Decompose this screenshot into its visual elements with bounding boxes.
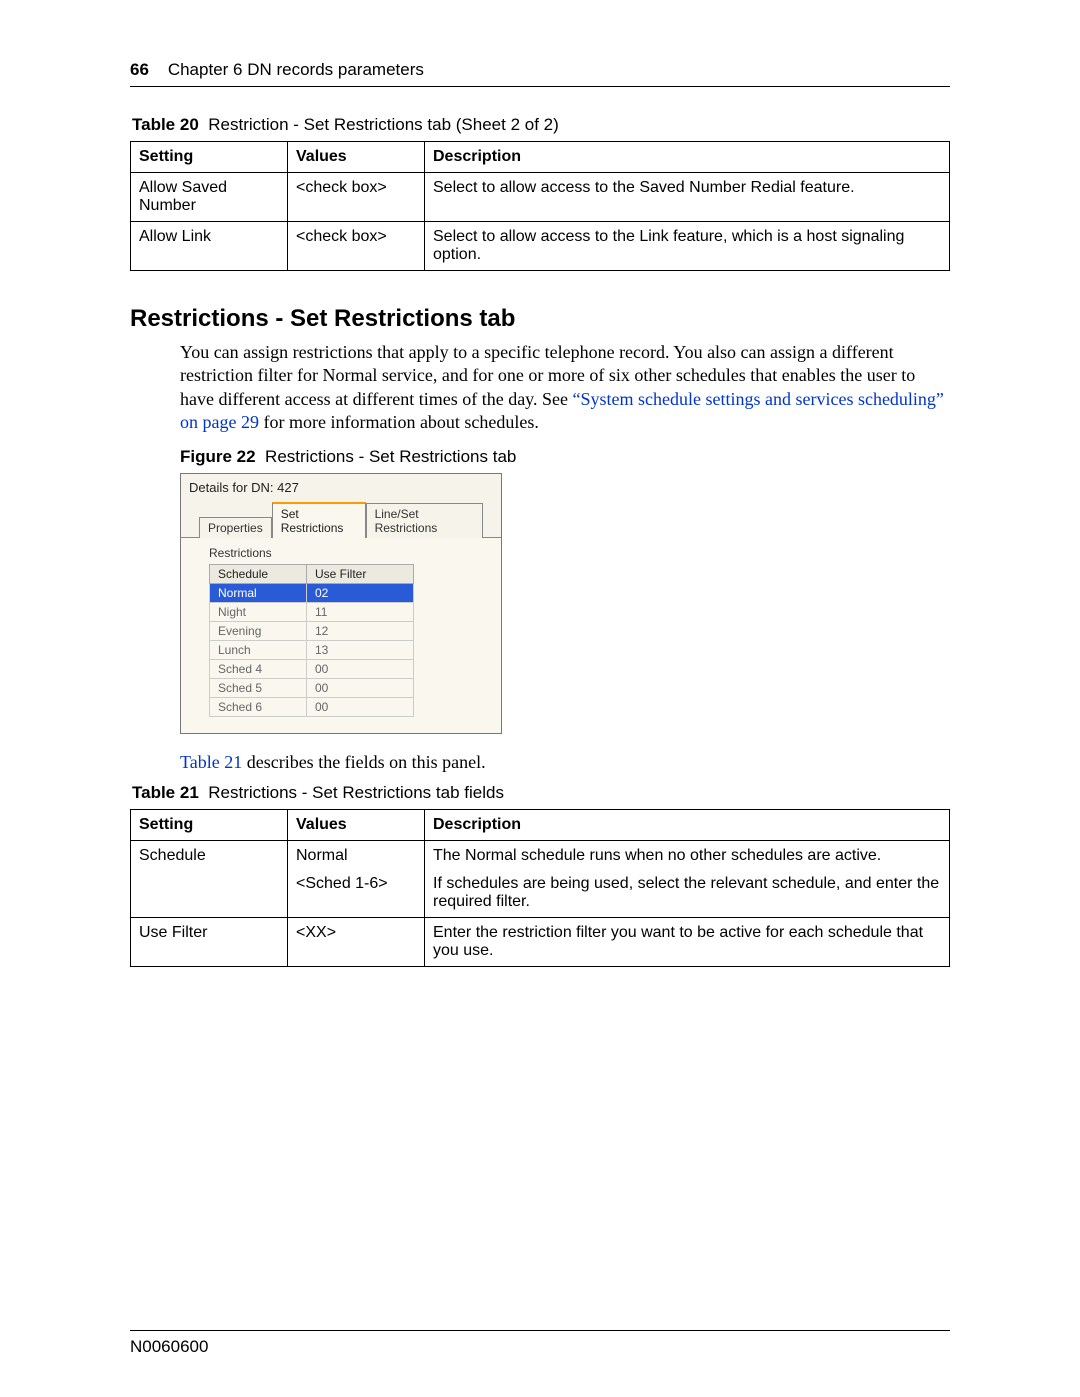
figure22-title: Figure 22 Restrictions - Set Restriction… [180, 447, 950, 467]
restrictions-row[interactable]: Sched 5 00 [210, 678, 414, 697]
table20-col-setting: Setting [131, 142, 288, 173]
table-row: Use Filter <XX> Enter the restriction fi… [131, 917, 950, 966]
table21-ref-link[interactable]: Table 21 [180, 752, 242, 772]
table20: Setting Values Description Allow Saved N… [130, 141, 950, 271]
col-use-filter: Use Filter [307, 564, 414, 583]
col-schedule: Schedule [210, 564, 307, 583]
restrictions-panel: Restrictions Schedule Use Filter Normal … [181, 537, 501, 733]
table20-col-desc: Description [425, 142, 950, 173]
table21: Setting Values Description Schedule Norm… [130, 809, 950, 967]
restrictions-row[interactable]: Lunch 13 [210, 640, 414, 659]
details-panel: Details for DN: 427 Properties Set Restr… [180, 473, 502, 734]
tab-set-restrictions[interactable]: Set Restrictions [272, 502, 366, 538]
table21-title: Table 21 Restrictions - Set Restrictions… [132, 783, 950, 803]
footer-code: N0060600 [130, 1337, 950, 1357]
table-row: Allow Saved Number <check box> Select to… [131, 173, 950, 222]
chapter-label: Chapter 6 DN records parameters [168, 60, 424, 79]
restrictions-row[interactable]: Evening 12 [210, 621, 414, 640]
section-paragraph: You can assign restrictions that apply t… [180, 341, 950, 435]
restrictions-table[interactable]: Schedule Use Filter Normal 02 Night 11 E… [209, 564, 414, 717]
footer-rule [130, 1330, 950, 1331]
table21-col-setting: Setting [131, 809, 288, 840]
restrictions-row[interactable]: Normal 02 [210, 583, 414, 602]
restrictions-row[interactable]: Sched 4 00 [210, 659, 414, 678]
restrictions-row[interactable]: Night 11 [210, 602, 414, 621]
page-number: 66 [130, 60, 149, 79]
table20-col-values: Values [288, 142, 425, 173]
tab-line-set-restrictions[interactable]: Line/Set Restrictions [366, 503, 483, 538]
tab-properties[interactable]: Properties [199, 517, 272, 538]
section-heading: Restrictions - Set Restrictions tab [130, 305, 950, 333]
table-row: Allow Link <check box> Select to allow a… [131, 222, 950, 271]
header-rule [130, 86, 950, 87]
footer: N0060600 [130, 1322, 950, 1357]
table21-col-desc: Description [425, 809, 950, 840]
details-title: Details for DN: 427 [181, 474, 501, 501]
table20-title: Table 20 Restriction - Set Restrictions … [132, 115, 950, 135]
tabstrip: Properties Set Restrictions Line/Set Res… [181, 501, 501, 537]
table21-col-values: Values [288, 809, 425, 840]
running-header: 66 Chapter 6 DN records parameters [130, 60, 950, 80]
table-row: Schedule Normal <Sched 1-6> The Normal s… [131, 840, 950, 917]
group-label: Restrictions [209, 546, 481, 560]
table21-intro: Table 21 describes the fields on this pa… [180, 752, 950, 773]
restrictions-row[interactable]: Sched 6 00 [210, 697, 414, 716]
